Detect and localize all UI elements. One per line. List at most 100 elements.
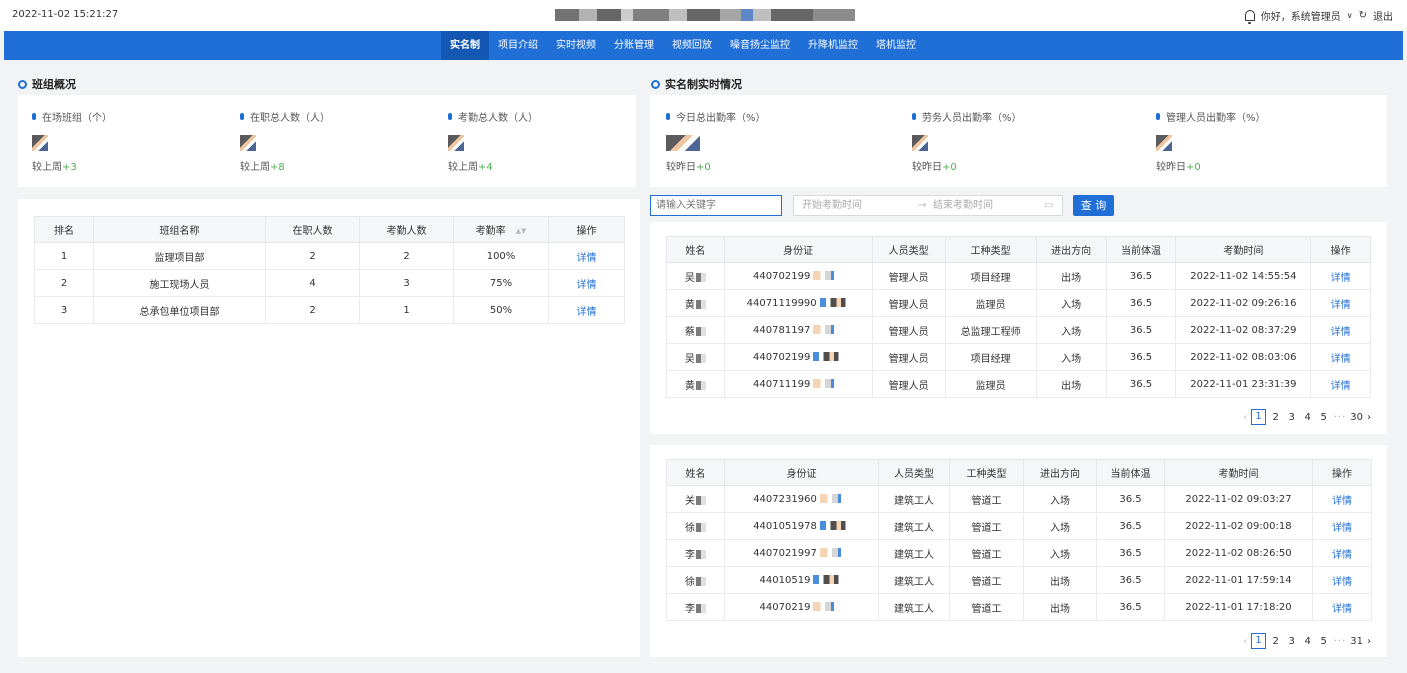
worker-cell-text: 2022-11-01 17:18:20 (1185, 601, 1292, 613)
chevron-right-icon[interactable]: › (1367, 636, 1371, 647)
circle-icon (651, 79, 660, 89)
manager-cell-job: 项目经理 (944, 343, 1037, 371)
nav-tab-4[interactable]: 视频回放 (663, 31, 721, 60)
worker-cell-text: 出场 (1050, 576, 1070, 588)
project-title-masked (540, 7, 870, 22)
worker-cell-name: 李 (666, 539, 725, 567)
detail-link[interactable]: 详情 (1312, 593, 1372, 621)
worker-cell-text[interactable]: 详情 (1332, 604, 1352, 615)
manager-cell-text: 管理人员 (888, 272, 929, 284)
page-ellipsis[interactable]: ··· (1334, 412, 1347, 423)
manager-cell-text: 管理人员 (888, 380, 929, 392)
team-table-header-label: 在职人数 (292, 226, 333, 237)
sort-icon[interactable]: ▲▼ (516, 228, 527, 235)
page-button[interactable]: 3 (1286, 412, 1298, 423)
end-date-placeholder[interactable]: 结束考勤时间 (933, 196, 993, 215)
worker-cell-text: 管道工 (971, 576, 1002, 588)
team-table-header-label: 考勤率 (475, 226, 506, 237)
search-button[interactable]: 查 询 (1073, 195, 1114, 216)
nav-tab-7[interactable]: 塔机监控 (867, 31, 925, 60)
bell-icon[interactable] (1244, 10, 1255, 24)
nav-tab-5[interactable]: 噪音扬尘监控 (721, 31, 799, 60)
chevron-left-icon[interactable]: ‹ (1243, 412, 1247, 423)
detail-link[interactable]: 详情 (1312, 485, 1372, 513)
manager-cell-time: 2022-11-02 09:26:16 (1175, 289, 1312, 317)
masked-id (813, 271, 844, 280)
manager-cell-temp: 36.5 (1105, 316, 1177, 344)
manager-cell-text: 36.5 (1129, 270, 1153, 282)
worker-cell-text: 44010519 (759, 574, 811, 586)
worker-cell-temp: 36.5 (1096, 512, 1165, 540)
page-button[interactable]: 5 (1318, 636, 1330, 647)
nav-tab-0[interactable]: 实名制 (441, 31, 489, 60)
page-button[interactable]: 3 (1286, 636, 1298, 647)
calendar-icon[interactable]: ▭ (1044, 196, 1053, 215)
logout-link[interactable]: 退出 (1373, 8, 1393, 23)
worker-cell-text[interactable]: 详情 (1332, 496, 1352, 507)
nav-tab-6[interactable]: 升降机监控 (799, 31, 867, 60)
detail-link[interactable]: 详情 (548, 269, 625, 297)
user-greeting[interactable]: 你好，系统管理员 (1261, 8, 1341, 23)
chevron-right-icon[interactable]: › (1367, 412, 1371, 423)
stat-today-attendance-rate: 今日总出勤率（%） 较昨日+0 (666, 113, 766, 173)
manager-row: 吴 440702199 管理人员 项目经理 出场 36.5 2022-11-02 14:55… (666, 262, 1371, 290)
manager-header: 工种类型 (944, 236, 1037, 263)
nav-items: 实名制 项目介绍 实时视频 分账管理 视频回放 噪音扬尘监控 升降机监控 塔机监控 (441, 31, 925, 60)
start-date-placeholder[interactable]: 开始考勤时间 (802, 196, 862, 215)
manager-cell-text[interactable]: 详情 (1331, 354, 1351, 365)
worker-cell-text[interactable]: 详情 (1332, 523, 1352, 534)
detail-link[interactable]: 详情 (1310, 343, 1371, 371)
detail-link[interactable]: 详情 (1312, 566, 1372, 594)
nav-tab-3[interactable]: 分账管理 (605, 31, 663, 60)
page-button[interactable]: 4 (1302, 412, 1314, 423)
manager-cell-text: 总监理工程师 (960, 326, 1021, 338)
page-button[interactable]: 4 (1302, 636, 1314, 647)
manager-cell-text[interactable]: 详情 (1331, 327, 1351, 338)
detail-link[interactable]: 详情 (548, 242, 625, 270)
manager-cell-text: 36.5 (1129, 351, 1153, 363)
manager-cell-dir: 出场 (1035, 262, 1107, 290)
detail-link[interactable]: 详情 (1310, 262, 1371, 290)
chevron-left-icon[interactable]: ‹ (1243, 636, 1247, 647)
manager-cell-text[interactable]: 详情 (1331, 273, 1351, 284)
page-button-last[interactable]: 30 (1350, 412, 1363, 423)
manager-cell-text: 36.5 (1129, 297, 1153, 309)
nav-tab-1[interactable]: 项目介绍 (489, 31, 547, 60)
worker-cell-text: 李 (685, 603, 695, 615)
detail-link[interactable]: 详情 (1312, 539, 1372, 567)
nav-tab-2[interactable]: 实时视频 (547, 31, 605, 60)
detail-link[interactable]: 详情 (1312, 512, 1372, 540)
manager-cell-text: 440702199 (753, 270, 811, 282)
worker-cell-time: 2022-11-02 08:26:50 (1164, 539, 1313, 567)
worker-cell-time: 2022-11-02 09:03:27 (1164, 485, 1313, 513)
manager-cell-text[interactable]: 详情 (1331, 381, 1351, 392)
detail-link[interactable]: 详情 (548, 296, 625, 324)
page-button[interactable]: 2 (1270, 412, 1282, 423)
logout-icon[interactable]: ↻ (1359, 10, 1367, 21)
page-button-last[interactable]: 31 (1350, 636, 1363, 647)
worker-cell-text[interactable]: 详情 (1332, 577, 1352, 588)
team-table-header: 操作 (548, 216, 625, 243)
worker-cell-text[interactable]: 详情 (1332, 550, 1352, 561)
page-button[interactable]: 1 (1251, 633, 1266, 649)
detail-link[interactable]: 详情 (1310, 370, 1371, 398)
page-ellipsis[interactable]: ··· (1334, 636, 1347, 647)
team-table-header-label: 操作 (576, 226, 597, 237)
attendance-date-range[interactable]: 开始考勤时间 → 结束考勤时间 ▭ (793, 195, 1063, 216)
chevron-down-icon[interactable]: ∨ (1347, 11, 1353, 20)
team-table-cell: 3 (34, 296, 94, 324)
page-button[interactable]: 5 (1318, 412, 1330, 423)
worker-cell-type: 建筑工人 (878, 566, 950, 594)
masked-name (696, 577, 706, 586)
page-button[interactable]: 1 (1251, 409, 1266, 425)
worker-cell-temp: 36.5 (1096, 539, 1165, 567)
masked-name (696, 496, 706, 505)
manager-cell-text[interactable]: 详情 (1331, 300, 1351, 311)
worker-row: 李 44070219 建筑工人 管道工 出场 36.5 2022-11-01 17:18:2… (666, 593, 1372, 621)
detail-link[interactable]: 详情 (1310, 316, 1371, 344)
keyword-search-input[interactable] (650, 195, 782, 216)
detail-link[interactable]: 详情 (1310, 289, 1371, 317)
worker-cell-job: 管道工 (949, 566, 1024, 594)
manager-cell-name: 黄 (666, 289, 725, 317)
page-button[interactable]: 2 (1270, 636, 1282, 647)
